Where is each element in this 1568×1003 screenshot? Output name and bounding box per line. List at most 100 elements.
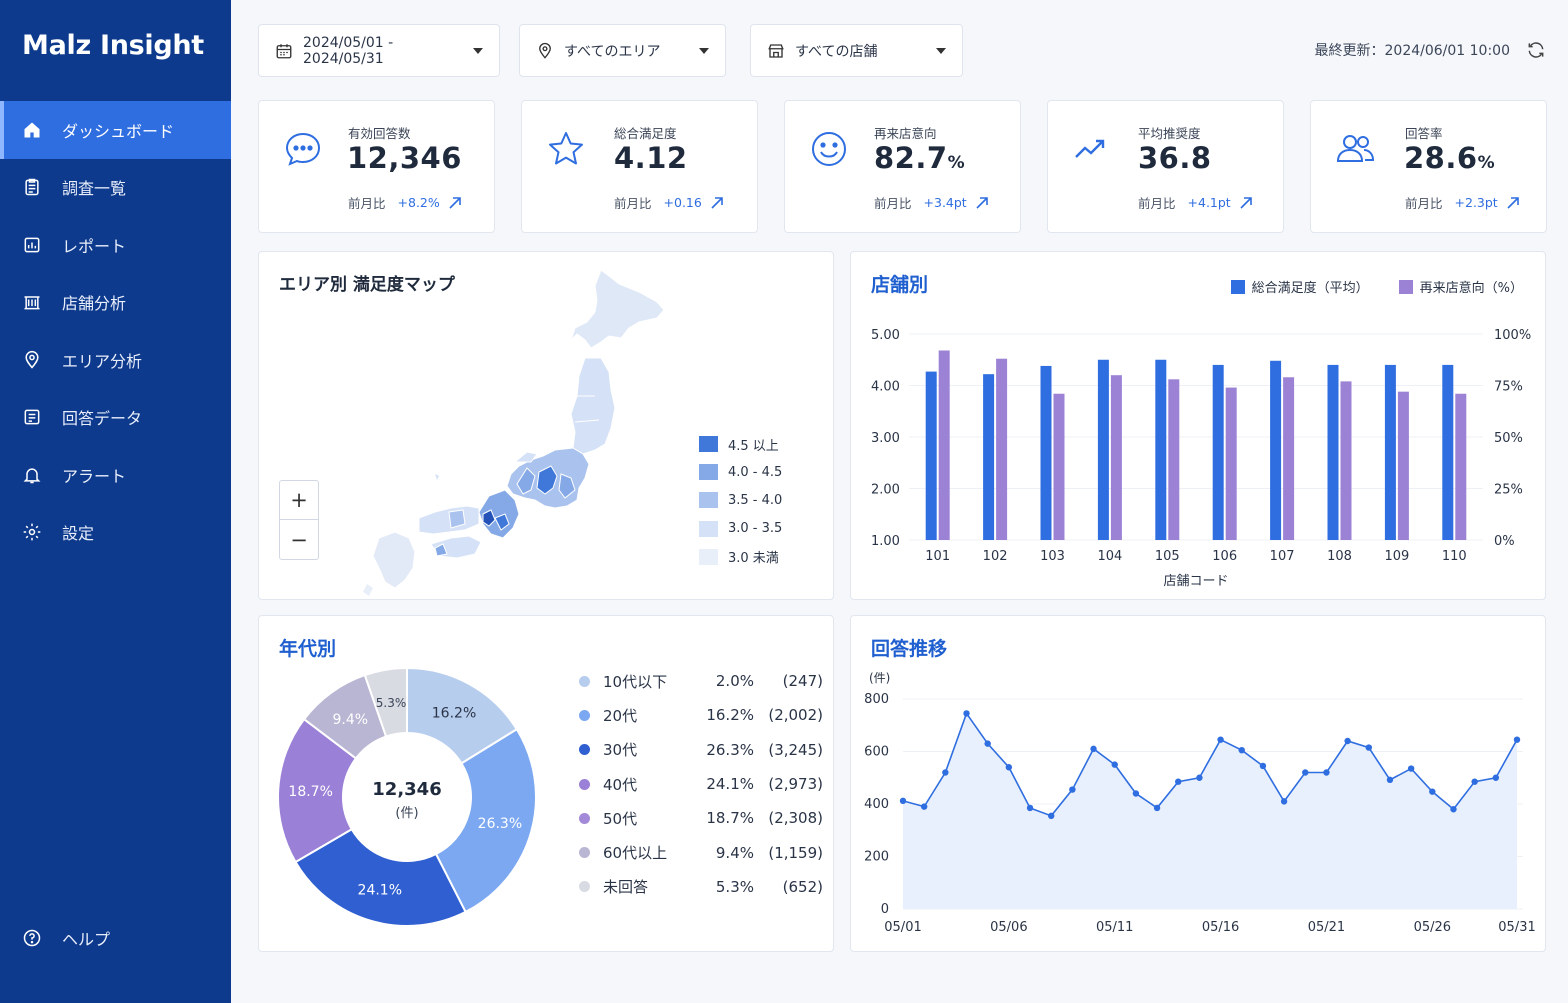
bar-revisit (1110, 375, 1122, 540)
age-donut-chart: 16.2% 26.3% 24.1% 18.7% 9.4% 5.3% 12,346 (件) (277, 666, 537, 927)
age-percent: 5.3% (715, 877, 754, 896)
bar-revisit (938, 350, 950, 540)
legend-swatch (699, 492, 718, 509)
arrow-up-right-icon (1507, 196, 1519, 209)
data-point (1471, 778, 1478, 785)
map-region-chugoku (418, 505, 480, 535)
age-percent: 18.7% (706, 809, 754, 828)
data-point (963, 710, 970, 717)
japan-map[interactable] (339, 262, 699, 602)
bar-satisfaction (1155, 359, 1167, 540)
x-tick-label: 05/21 (1308, 920, 1345, 935)
kpi-compare-label: 前月比 (1138, 196, 1176, 211)
legend-label: 3.0 - 3.5 (728, 521, 783, 537)
sidebar-item-area-analysis[interactable]: エリア分析 (0, 331, 231, 389)
arrow-up-right-icon (711, 196, 723, 209)
area-select[interactable]: すべてのエリア (519, 24, 726, 77)
store-select[interactable]: すべての店舗 (750, 24, 963, 77)
y-unit-label: (件) (869, 671, 890, 685)
y-tick-label-left: 5.00 (871, 328, 900, 343)
help-link[interactable]: ヘルプ (22, 926, 110, 950)
data-point (1323, 769, 1330, 776)
age-percent: 24.1% (706, 775, 754, 794)
age-percent: 9.4% (715, 843, 754, 862)
sidebar-item-response-data[interactable]: 回答データ (0, 389, 231, 447)
kpi-card-revisit[interactable]: 再来店意向 82.7% 前月比 +3.4pt (784, 100, 1021, 233)
bar-revisit (1283, 377, 1295, 540)
kpi-card-recommendation[interactable]: 平均推奨度 36.8 前月比 +4.1pt (1047, 100, 1284, 233)
date-range-value: 2024/05/01 - 2024/05/31 (303, 34, 394, 67)
sidebar-item-surveys[interactable]: 調査一覧 (0, 159, 231, 217)
store-icon (24, 296, 40, 310)
legend-swatch (699, 548, 718, 565)
data-point (1492, 774, 1500, 781)
chevron-down-icon (473, 47, 483, 54)
date-range-select[interactable]: 2024/05/01 - 2024/05/31 (258, 24, 500, 77)
sidebar-item-settings[interactable]: 設定 (0, 504, 231, 562)
age-count: (3,245) (768, 740, 823, 759)
store-icon (768, 43, 784, 58)
y-tick-label-right: 25% (1494, 483, 1523, 498)
age-label: 20代 (603, 706, 638, 725)
kpi-number: 4.12 (614, 141, 688, 175)
x-tick-label: 105 (1155, 549, 1180, 564)
bar-satisfaction (1270, 360, 1282, 540)
chevron-down-icon (936, 47, 946, 54)
donut-total: 12,346 (372, 779, 441, 800)
arrow-up-right-icon (1240, 196, 1252, 209)
store-chart-panel: 店舗別 総合満足度（平均） 再来店意向（%） 1.00 0% 2.00 25% 3.00… (850, 251, 1546, 600)
age-label: 40代 (603, 775, 638, 794)
x-tick-label: 05/01 (884, 920, 921, 935)
data-point (1259, 762, 1267, 770)
data-point (1069, 786, 1076, 793)
y-tick-label: 400 (864, 797, 889, 812)
arrow-up-right-icon (976, 196, 988, 209)
legend-dot (579, 744, 590, 756)
zoom-in-button[interactable]: + (280, 481, 318, 520)
kpi-number: 28.6 (1404, 141, 1478, 175)
sidebar-item-alerts[interactable]: アラート (0, 446, 231, 504)
kpi-card-response-rate[interactable]: 回答率 28.6% 前月比 +2.3pt (1310, 100, 1547, 233)
age-legend-row: 30代 26.3% (3,245) (579, 733, 823, 767)
legend-label: 4.0 - 4.5 (728, 464, 783, 480)
y-tick-label: 0 (881, 902, 889, 917)
help-label: ヘルプ (62, 930, 111, 949)
sidebar: Malz Insight ダッシュボード 調査一覧 レポート 店舗分析 エリア分… (0, 0, 231, 1003)
kpi-number: 82.7 (874, 141, 948, 175)
help-icon (23, 929, 41, 947)
data-point (1513, 736, 1521, 743)
area-map-panel: エリア別 満足度マップ + − 4.5 以上 4.0 - 4.5 3.5 - 4 (258, 251, 834, 600)
sidebar-item-reports[interactable]: レポート (0, 216, 231, 274)
slice-label: 24.1% (358, 883, 402, 899)
star-icon (549, 132, 583, 165)
sidebar-item-store-analysis[interactable]: 店舗分析 (0, 274, 231, 332)
sidebar-item-label: 回答データ (62, 409, 143, 429)
last-updated-text: 最終更新：2024/06/01 10:00 (1314, 43, 1511, 59)
kpi-value: 4.12 (614, 141, 688, 175)
arrow-up-right-icon (449, 196, 461, 209)
bar-revisit (1053, 393, 1065, 540)
map-legend-item: 3.5 - 4.0 (699, 486, 782, 514)
sidebar-item-dashboard[interactable]: ダッシュボード (0, 101, 231, 159)
kpi-value: 36.8 (1138, 141, 1212, 175)
refresh-icon[interactable] (1526, 40, 1546, 60)
data-point (1365, 744, 1372, 751)
sidebar-item-label: 設定 (62, 524, 95, 544)
legend-dot (579, 778, 590, 790)
bar-satisfaction (1442, 364, 1454, 540)
kpi-compare-label: 前月比 (614, 196, 652, 211)
age-percent: 2.0% (715, 672, 754, 691)
map-pin-icon (539, 42, 551, 59)
y-tick-label: 600 (864, 745, 889, 760)
x-tick-label: 102 (983, 549, 1008, 564)
zoom-out-button[interactable]: − (280, 520, 318, 559)
kpi-value: 82.7% (874, 141, 965, 175)
age-count: (2,308) (768, 809, 823, 828)
bar-satisfaction (1327, 364, 1339, 540)
kpi-number: 12,346 (347, 141, 462, 175)
x-tick-label: 106 (1212, 549, 1237, 564)
kpi-card-responses[interactable]: 有効回答数 12,346 前月比 +8.2% (258, 100, 495, 233)
legend-swatch (699, 436, 718, 453)
kpi-compare-label: 前月比 (874, 196, 912, 211)
kpi-card-satisfaction[interactable]: 総合満足度 4.12 前月比 +0.16 (521, 100, 758, 233)
